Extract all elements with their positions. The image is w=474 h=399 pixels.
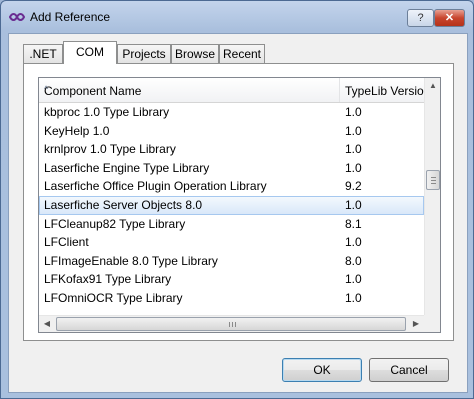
list-item[interactable]: KeyHelp 1.0 1.0 — [39, 122, 424, 141]
ok-button[interactable]: OK — [282, 358, 362, 382]
component-name: kbproc 1.0 Type Library — [44, 105, 170, 119]
list-item[interactable]: krnlprov 1.0 Type Library 1.0 — [39, 140, 424, 159]
typelib-version: 1.0 — [345, 142, 362, 157]
grip-icon — [431, 177, 436, 184]
list-item[interactable]: LFKofax91 Type Library 1.0 — [39, 270, 424, 289]
component-name: Laserfiche Engine Type Library — [44, 160, 210, 175]
list-item[interactable]: Laserfiche Engine Type Library 1.0 — [39, 159, 424, 178]
tab-browse[interactable]: Browse — [171, 44, 219, 63]
typelib-version: 1.0 — [345, 197, 362, 212]
component-name: LFOmniOCR Type Library — [44, 290, 183, 305]
column-header-component-name[interactable]: Component Name ^ — [39, 78, 340, 102]
tab-projects[interactable]: Projects — [117, 44, 171, 63]
typelib-version: 8.1 — [345, 216, 362, 231]
grip-icon — [229, 322, 236, 327]
visual-studio-icon — [9, 13, 25, 21]
component-name: LFImageEnable 8.0 Type Library — [44, 253, 218, 268]
sort-ascending-icon: ^ — [44, 84, 49, 94]
list-item-selected[interactable]: Laserfiche Server Objects 8.0 1.0 — [39, 195, 424, 215]
typelib-version: 1.0 — [345, 123, 362, 138]
list-rows: kbproc 1.0 Type Library 1.0 KeyHelp 1.0 1.… — [39, 103, 424, 308]
tab-dotnet[interactable]: .NET — [23, 44, 63, 63]
list-item[interactable]: LFImageEnable 8.0 Type Library 8.0 — [39, 252, 424, 271]
typelib-version: 1.0 — [345, 105, 362, 119]
list-item[interactable]: LFOmniOCR Type Library 1.0 — [39, 289, 424, 308]
column-header-label: TypeLib Version — [345, 84, 424, 98]
help-button[interactable]: ? — [407, 9, 434, 27]
component-name: Laserfiche Server Objects 8.0 — [44, 197, 203, 212]
typelib-version: 9.2 — [345, 179, 362, 194]
component-name: LFKofax91 Type Library — [44, 272, 172, 287]
column-header-typelib-version[interactable]: TypeLib Version — [340, 78, 424, 102]
horizontal-scroll-thumb[interactable] — [56, 317, 406, 331]
add-reference-dialog: Add Reference ? ✕ .NET COM Projects Brow… — [0, 0, 474, 399]
tab-panel-com: Component Name ^ TypeLib Version kbproc … — [23, 63, 454, 341]
component-name: krnlprov 1.0 Type Library — [44, 142, 176, 157]
horizontal-scrollbar[interactable]: ◀ ▶ — [39, 315, 424, 332]
typelib-version: 1.0 — [345, 160, 362, 175]
column-header-label: Component Name — [44, 84, 142, 98]
scroll-left-icon[interactable]: ◀ — [39, 316, 55, 332]
typelib-version: 8.0 — [345, 253, 362, 268]
dialog-body: .NET COM Projects Browse Recent Componen… — [8, 33, 468, 393]
close-button[interactable]: ✕ — [434, 9, 465, 27]
vertical-scroll-thumb[interactable] — [426, 170, 440, 190]
cancel-button[interactable]: Cancel — [369, 358, 449, 382]
vertical-scrollbar[interactable]: ▲ ▼ — [424, 78, 440, 332]
scroll-up-icon[interactable]: ▲ — [426, 78, 440, 94]
scrollbar-corner — [424, 315, 440, 332]
typelib-version: 1.0 — [345, 272, 362, 287]
list-item[interactable]: Laserfiche Office Plugin Operation Libra… — [39, 177, 424, 196]
list-item[interactable]: kbproc 1.0 Type Library 1.0 — [39, 103, 424, 122]
component-name: KeyHelp 1.0 — [44, 123, 110, 138]
list-header: Component Name ^ TypeLib Version — [39, 78, 424, 103]
tab-com[interactable]: COM — [63, 41, 117, 64]
scroll-right-icon[interactable]: ▶ — [408, 316, 424, 332]
component-list[interactable]: Component Name ^ TypeLib Version kbproc … — [38, 77, 441, 333]
list-item[interactable]: LFClient 1.0 — [39, 233, 424, 252]
tab-recent[interactable]: Recent — [219, 44, 265, 63]
typelib-version: 1.0 — [345, 290, 362, 305]
title-bar[interactable]: Add Reference ? ✕ — [1, 1, 473, 33]
window-title: Add Reference — [30, 10, 111, 24]
list-item[interactable]: LFCleanup82 Type Library 8.1 — [39, 215, 424, 234]
component-name: LFClient — [44, 235, 89, 250]
component-name: LFCleanup82 Type Library — [44, 216, 186, 231]
typelib-version: 1.0 — [345, 235, 362, 250]
component-name: Laserfiche Office Plugin Operation Libra… — [44, 179, 267, 194]
